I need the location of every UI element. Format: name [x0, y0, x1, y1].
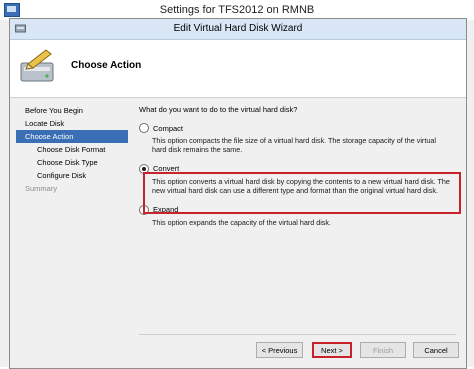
cancel-button[interactable]: Cancel: [413, 342, 459, 358]
nav-item-before-you-begin[interactable]: Before You Begin: [16, 104, 128, 117]
compact-label[interactable]: Compact: [153, 124, 183, 133]
previous-button[interactable]: < Previous: [256, 342, 303, 358]
button-separator: [139, 334, 456, 335]
wizard-body: Before You Begin Locate Disk Choose Acti…: [10, 98, 466, 368]
option-convert: Convert This option converts a virtual h…: [139, 163, 455, 196]
nav-item-choose-action[interactable]: Choose Action: [16, 130, 128, 143]
expand-label[interactable]: Expand: [153, 205, 178, 214]
nav-item-configure-disk[interactable]: Configure Disk: [16, 169, 128, 182]
edit-vhd-wizard: Edit Virtual Hard Disk Wizard Choose Act…: [9, 18, 467, 369]
settings-window: Settings for TFS2012 on RMNB Edit Virtua…: [0, 0, 474, 369]
settings-titlebar: Settings for TFS2012 on RMNB: [0, 0, 474, 20]
expand-description: This option expands the capacity of the …: [152, 217, 331, 227]
hard-disk-pencil-icon: [20, 49, 54, 82]
action-question: What do you want to do to the virtual ha…: [139, 105, 298, 114]
nav-item-choose-disk-format[interactable]: Choose Disk Format: [16, 143, 128, 156]
convert-radio[interactable]: [139, 163, 149, 174]
wizard-title: Edit Virtual Hard Disk Wizard: [173, 23, 303, 34]
option-compact: Compact This option compacts the file si…: [139, 122, 455, 155]
page-title: Choose Action: [71, 60, 142, 71]
wizard-titlebar: Edit Virtual Hard Disk Wizard: [10, 19, 466, 40]
settings-window-title: Settings for TFS2012 on RMNB: [159, 4, 315, 16]
expand-radio[interactable]: [139, 204, 149, 215]
nav-item-choose-disk-type[interactable]: Choose Disk Type: [16, 156, 128, 169]
option-expand: Expand This option expands the capacity …: [139, 204, 455, 227]
next-button[interactable]: Next >: [312, 342, 352, 358]
choose-action-panel: What do you want to do to the virtual ha…: [139, 104, 455, 227]
nav-item-locate-disk[interactable]: Locate Disk: [16, 117, 128, 130]
convert-label[interactable]: Convert: [153, 164, 179, 173]
compact-radio[interactable]: [139, 123, 149, 133]
compact-description: This option compacts the file size of a …: [152, 136, 436, 155]
convert-description: This option converts a virtual hard disk…: [152, 176, 450, 196]
wizard-header: Choose Action: [10, 40, 466, 98]
finish-button[interactable]: Finish: [360, 342, 406, 358]
wizard-steps-nav: Before You Begin Locate Disk Choose Acti…: [16, 104, 128, 195]
nav-item-summary: Summary: [25, 184, 58, 193]
